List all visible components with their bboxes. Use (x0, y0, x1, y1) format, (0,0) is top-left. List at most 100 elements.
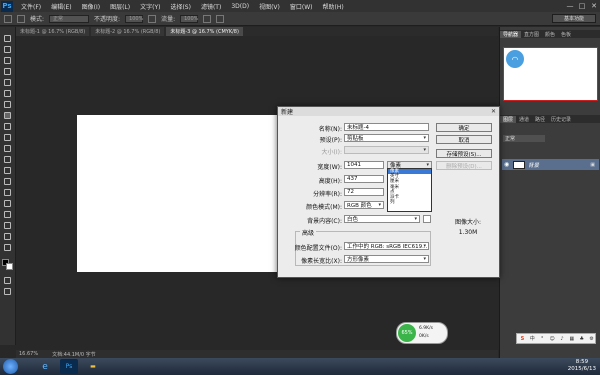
gradient-tool-icon[interactable] (4, 156, 11, 163)
eraser-icon[interactable] (4, 145, 11, 152)
cancel-button[interactable]: 取消 (436, 135, 492, 144)
tab-document-3[interactable]: 未标题-3 @ 16.7% (CMYK/8) (166, 27, 243, 36)
opacity-input[interactable]: 100% (125, 14, 143, 23)
width-input[interactable]: 1041 (344, 161, 384, 169)
image-size-label: 图像大小: (454, 219, 482, 226)
close-icon[interactable]: ✕ (490, 108, 497, 115)
tab-navigator[interactable]: 导航器 (500, 30, 522, 38)
color-profile-select[interactable]: 工作中的 RGB: sRGB IEC619... (344, 242, 429, 250)
navigator-preview[interactable]: ◠ (503, 47, 598, 101)
tab-histogram[interactable]: 直方图 (521, 31, 542, 38)
tab-swatches[interactable]: 色板 (558, 31, 574, 38)
magic-wand-icon[interactable] (4, 68, 11, 75)
hand-tool-icon[interactable] (4, 233, 11, 240)
crop-tool-icon[interactable] (4, 79, 11, 86)
preset-select[interactable]: 剪贴板 (344, 134, 429, 142)
advanced-label: 高级 (300, 228, 317, 237)
keyboard-icon[interactable]: ▦ (568, 335, 575, 342)
menu-edit[interactable]: 编辑(E) (46, 2, 76, 11)
pressure-opacity-icon[interactable] (148, 14, 157, 23)
menu-layer[interactable]: 图层(L) (105, 2, 135, 11)
move-tool-icon[interactable] (4, 35, 11, 42)
menu-filter[interactable]: 滤镜(T) (196, 2, 226, 11)
emoji-icon[interactable]: ☺ (549, 335, 556, 342)
workspace-select[interactable]: 基本功能 (552, 14, 596, 23)
name-input[interactable]: 未标题-4 (344, 123, 429, 131)
network-speed-widget[interactable]: 65% 6.9K/s 0K/s (396, 322, 448, 344)
healing-brush-icon[interactable] (4, 101, 11, 108)
clock[interactable]: 8:59 2015/6/13 (568, 359, 596, 373)
height-input[interactable]: 437 (344, 175, 384, 183)
background-color[interactable] (6, 263, 13, 270)
screen-mode-icon[interactable] (4, 288, 11, 295)
history-brush-icon[interactable] (4, 134, 11, 141)
tab-document-2[interactable]: 未标题-2 @ 16.7% (RGB/8) (91, 27, 165, 36)
skin-icon[interactable]: ♣ (578, 335, 585, 342)
folder-icon[interactable]: ▬ (84, 359, 102, 374)
chinese-mode-icon[interactable]: 中 (529, 335, 536, 342)
airbrush-icon[interactable] (203, 14, 212, 23)
tab-color[interactable]: 颜色 (542, 31, 558, 38)
quick-mask-icon[interactable] (4, 277, 11, 284)
maximize-button[interactable]: □ (576, 1, 588, 11)
pressure-size-icon[interactable] (216, 14, 225, 23)
menu-3d[interactable]: 3D(D) (226, 3, 254, 10)
sogou-logo-icon[interactable]: S (519, 335, 526, 342)
menu-type[interactable]: 文字(Y) (135, 2, 165, 11)
eyedropper-icon[interactable] (4, 90, 11, 97)
ok-button[interactable]: 确定 (436, 123, 492, 132)
delete-preset-button[interactable]: 删除预设(D)... (436, 161, 492, 170)
tab-layers[interactable]: 图层 (500, 115, 517, 123)
save-preset-button[interactable]: 存储预设(S)... (436, 149, 492, 158)
start-button[interactable] (3, 359, 18, 374)
shape-tool-icon[interactable] (4, 222, 11, 229)
height-label: 高度(H): (318, 178, 342, 185)
dodge-tool-icon[interactable] (4, 178, 11, 185)
pen-tool-icon[interactable] (4, 189, 11, 196)
zoom-level[interactable]: 16.67% (19, 351, 38, 357)
flow-input[interactable]: 100% (180, 14, 198, 23)
ie-icon[interactable]: e (36, 359, 54, 374)
dialog-title: 新建 (281, 109, 294, 116)
microphone-icon[interactable]: ♪ (559, 335, 566, 342)
menu-image[interactable]: 图像(I) (77, 2, 105, 11)
brush-tool-icon[interactable] (4, 14, 12, 23)
background-select[interactable]: 白色 (344, 215, 420, 223)
zoom-tool-icon[interactable] (4, 244, 11, 251)
layer-row-background[interactable]: ◉ 背景 ▣ (502, 159, 599, 170)
resolution-input[interactable]: 72 (344, 188, 384, 196)
tab-paths[interactable]: 路径 (532, 116, 548, 123)
tab-channels[interactable]: 通道 (516, 116, 532, 123)
type-tool-icon[interactable] (4, 200, 11, 207)
tab-document-1[interactable]: 未标题-1 @ 16.7% (RGB/8) (16, 27, 90, 36)
menu-help[interactable]: 帮助(H) (318, 2, 349, 11)
mode-select[interactable]: 正常 (49, 14, 90, 23)
blend-mode-select[interactable]: 正常 (503, 135, 545, 142)
menu-window[interactable]: 窗口(W) (285, 2, 318, 11)
tab-history[interactable]: 历史记录 (548, 116, 574, 123)
photoshop-taskbar-icon[interactable]: Ps (60, 359, 78, 374)
background-swatch[interactable] (423, 215, 431, 223)
menu-file[interactable]: 文件(F) (16, 2, 46, 11)
unit-option[interactable]: 列 (388, 200, 431, 205)
pixel-aspect-select[interactable]: 方形像素 (344, 255, 429, 263)
blur-tool-icon[interactable] (4, 167, 11, 174)
color-mode-label: 颜色模式(M): (306, 204, 342, 211)
minimize-button[interactable]: — (564, 1, 576, 11)
punctuation-icon[interactable]: ° (539, 335, 546, 342)
path-select-icon[interactable] (4, 211, 11, 218)
close-window-button[interactable]: ✕ (588, 1, 600, 11)
menu-view[interactable]: 视图(V) (254, 2, 285, 11)
tools-icon[interactable]: ⚙ (588, 335, 595, 342)
lasso-tool-icon[interactable] (4, 57, 11, 64)
brush-tool-icon[interactable] (4, 112, 11, 119)
color-mode-select[interactable]: RGB 颜色 (344, 201, 384, 209)
menu-select[interactable]: 选择(S) (165, 2, 196, 11)
new-document-dialog: 新建 ✕ 名称(N): 未标题-4 预设(P): 剪贴板 大小(I): 宽度(W… (277, 106, 500, 278)
marquee-tool-icon[interactable] (4, 46, 11, 53)
clone-stamp-icon[interactable] (4, 123, 11, 130)
eye-icon[interactable]: ◉ (502, 161, 510, 168)
upload-speed: 6.9K/s (419, 326, 433, 331)
document-canvas[interactable] (77, 115, 291, 272)
brush-preset-icon[interactable] (17, 14, 25, 23)
